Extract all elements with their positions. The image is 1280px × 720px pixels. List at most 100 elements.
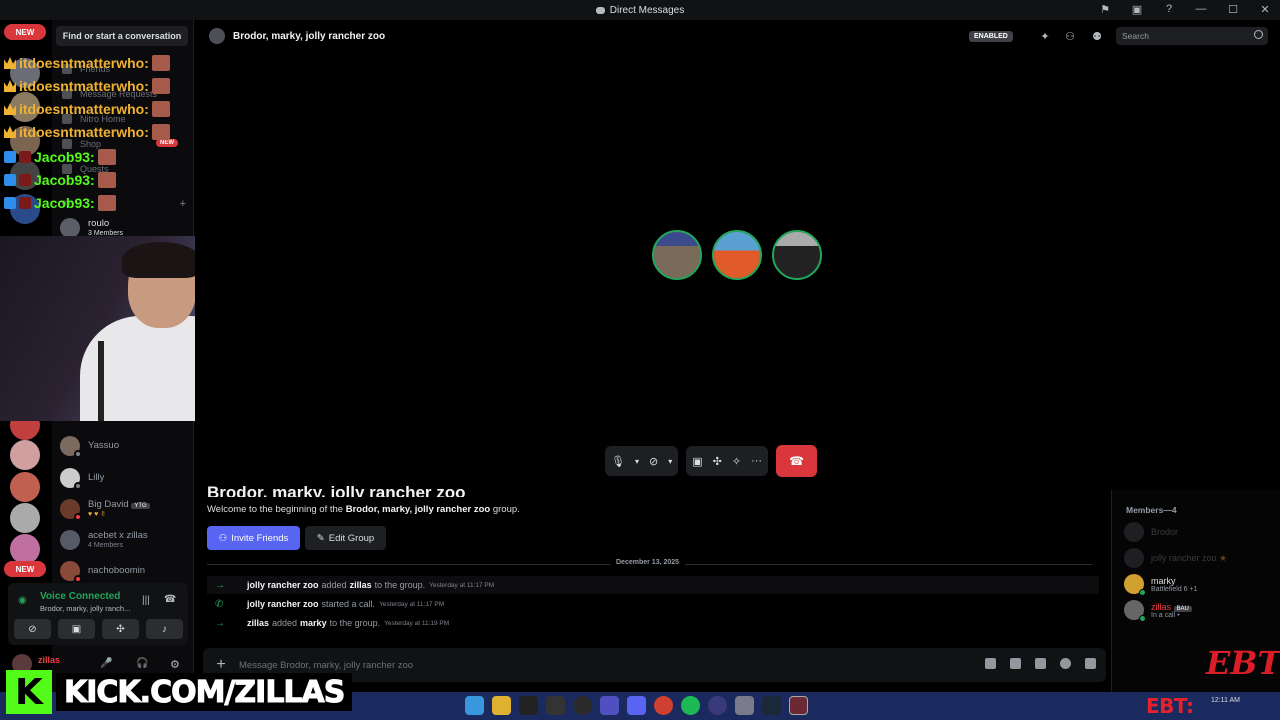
invite-friends-button[interactable]: ⚇ Invite Friends bbox=[207, 526, 300, 550]
enabled-badge: ENABLED bbox=[969, 31, 1013, 42]
mic-icon[interactable]: 🎤 bbox=[100, 658, 112, 669]
badge-icon bbox=[19, 151, 31, 163]
apps-icon[interactable] bbox=[1085, 658, 1096, 669]
settings-icon[interactable] bbox=[735, 696, 754, 715]
member-item[interactable]: marky Battlefield 6 +1 bbox=[1124, 573, 1198, 596]
new-badge: NEW bbox=[4, 561, 46, 577]
status-dot bbox=[74, 575, 82, 583]
dm-item[interactable]: nachoboomin bbox=[60, 558, 188, 584]
avatar bbox=[1124, 548, 1144, 568]
screen-share-icon[interactable]: ▣ bbox=[1130, 2, 1144, 16]
badge-icon bbox=[19, 197, 31, 209]
member-item[interactable]: jolly rancher zoo ★ bbox=[1124, 547, 1227, 569]
app-icon[interactable] bbox=[600, 696, 619, 715]
flag-icon[interactable]: ⚑ bbox=[1098, 2, 1112, 16]
status-dot bbox=[1139, 589, 1146, 596]
more-icon[interactable]: ··· bbox=[751, 455, 762, 467]
mod-icon bbox=[4, 151, 16, 163]
avatar bbox=[1124, 574, 1146, 596]
system-message: → zillas added marky to the group. Yesterday… bbox=[207, 614, 1099, 632]
crown-icon bbox=[4, 103, 16, 115]
close-icon[interactable]: ✕ bbox=[1258, 2, 1272, 16]
message-input[interactable]: Message Brodor, marky, jolly rancher zoo bbox=[239, 660, 413, 671]
end-call-button[interactable]: ☎ bbox=[776, 445, 818, 477]
search-input[interactable]: Search bbox=[1116, 27, 1268, 45]
welcome-title: Brodor, marky, jolly rancher zoo bbox=[207, 483, 466, 497]
gif-icon[interactable] bbox=[1010, 658, 1021, 669]
edit-group-button[interactable]: ✎ Edit Group bbox=[305, 526, 386, 550]
avatar bbox=[60, 468, 82, 490]
sticker-icon[interactable] bbox=[1035, 658, 1046, 669]
overlay-chat-line: Jacob93: bbox=[4, 171, 116, 189]
chrome-icon[interactable] bbox=[654, 696, 673, 715]
dm-item[interactable]: Big David YTG ♥ ♥ ✌ bbox=[60, 496, 188, 522]
help-icon[interactable]: ? bbox=[1162, 2, 1176, 16]
overlay-chat-line: itdoesntmatterwho: bbox=[4, 100, 170, 118]
call-participant-avatar[interactable] bbox=[652, 230, 702, 280]
arrow-icon: → bbox=[215, 579, 225, 591]
emoji-icon[interactable] bbox=[1060, 658, 1071, 669]
mod-icon bbox=[4, 174, 16, 186]
disconnect-icon[interactable]: ☎ bbox=[164, 594, 176, 605]
call-participant-avatar[interactable] bbox=[712, 230, 762, 280]
chat-area: Brodor, marky, jolly rancher zoo Welcome… bbox=[195, 483, 1111, 692]
member-item[interactable]: Brodor bbox=[1124, 521, 1178, 543]
server-icon[interactable] bbox=[10, 503, 40, 533]
emote-icon bbox=[97, 172, 116, 188]
overlay-chat-line: Jacob93: bbox=[4, 148, 116, 166]
member-item[interactable]: zillas BAU In a call • bbox=[1124, 599, 1192, 622]
status-dot bbox=[74, 482, 82, 490]
window-title: Direct Messages bbox=[595, 5, 684, 16]
headset-icon[interactable]: 🎧 bbox=[136, 658, 148, 669]
minimize-icon[interactable]: — bbox=[1194, 2, 1208, 16]
dm-item[interactable]: Lilly bbox=[60, 465, 188, 491]
noise-icon[interactable]: ||| bbox=[142, 595, 150, 606]
file-explorer-icon[interactable] bbox=[492, 696, 511, 715]
soundboard-icon[interactable]: ✧ bbox=[732, 455, 741, 468]
activities-icon[interactable]: ✣ bbox=[713, 455, 722, 468]
emote-icon bbox=[151, 124, 170, 140]
camera-off-icon[interactable]: ⊘ bbox=[649, 455, 658, 468]
ytg-tag: YTG bbox=[131, 502, 150, 509]
overlay-chat-line: itdoesntmatterwho: bbox=[4, 54, 170, 72]
app-icon[interactable] bbox=[519, 696, 538, 715]
obs-icon[interactable] bbox=[573, 696, 592, 715]
kick-logo-icon: K bbox=[6, 670, 52, 714]
discord-icon[interactable] bbox=[627, 696, 646, 715]
member-list-icon[interactable]: ⚉ bbox=[1090, 29, 1104, 43]
server-icon[interactable] bbox=[10, 472, 40, 502]
crown-icon bbox=[4, 126, 16, 138]
dm-item[interactable]: Yassuo bbox=[60, 433, 188, 459]
spotify-icon[interactable] bbox=[681, 696, 700, 715]
find-conversation-button[interactable]: Find or start a conversation bbox=[56, 26, 188, 46]
epic-games-icon[interactable] bbox=[789, 696, 808, 715]
activities-button[interactable]: ✣ bbox=[102, 619, 139, 639]
mic-icon[interactable]: 🎙 bbox=[611, 455, 625, 468]
maximize-icon[interactable]: ☐ bbox=[1226, 2, 1240, 16]
add-dm-icon[interactable]: + bbox=[180, 198, 186, 210]
call-participant-avatar[interactable] bbox=[772, 230, 822, 280]
app-icon[interactable] bbox=[546, 696, 565, 715]
gift-icon[interactable] bbox=[985, 658, 996, 669]
dm-item[interactable]: acebet x zillas 4 Members bbox=[60, 527, 188, 553]
welcome-text: Welcome to the beginning of the Brodor, … bbox=[207, 504, 520, 515]
server-icon[interactable] bbox=[10, 440, 40, 470]
add-user-icon: ⚇ bbox=[218, 532, 228, 544]
app-icon[interactable] bbox=[708, 696, 727, 715]
chevron-down-icon[interactable]: ▾ bbox=[668, 457, 672, 466]
chevron-down-icon[interactable]: ▾ bbox=[635, 457, 639, 466]
start-icon[interactable] bbox=[465, 696, 484, 715]
screen-share-button[interactable]: ▣ bbox=[58, 619, 95, 639]
pin-icon[interactable]: ✦ bbox=[1038, 29, 1052, 43]
soundboard-button[interactable]: ♪ bbox=[146, 619, 183, 639]
server-icon[interactable] bbox=[10, 534, 40, 564]
status-dot bbox=[74, 450, 82, 458]
emote-icon bbox=[97, 149, 116, 165]
overlay-chat-line: Jacob93: bbox=[4, 194, 116, 212]
screen-share-icon[interactable]: ▣ bbox=[692, 455, 702, 468]
pencil-icon: ✎ bbox=[316, 532, 325, 544]
share-controls: ▣ ✣ ✧ ··· bbox=[686, 446, 769, 476]
camera-off-button[interactable]: ⊘ bbox=[14, 619, 51, 639]
steam-icon[interactable] bbox=[762, 696, 781, 715]
add-friends-icon[interactable]: ⚇ bbox=[1063, 29, 1077, 43]
